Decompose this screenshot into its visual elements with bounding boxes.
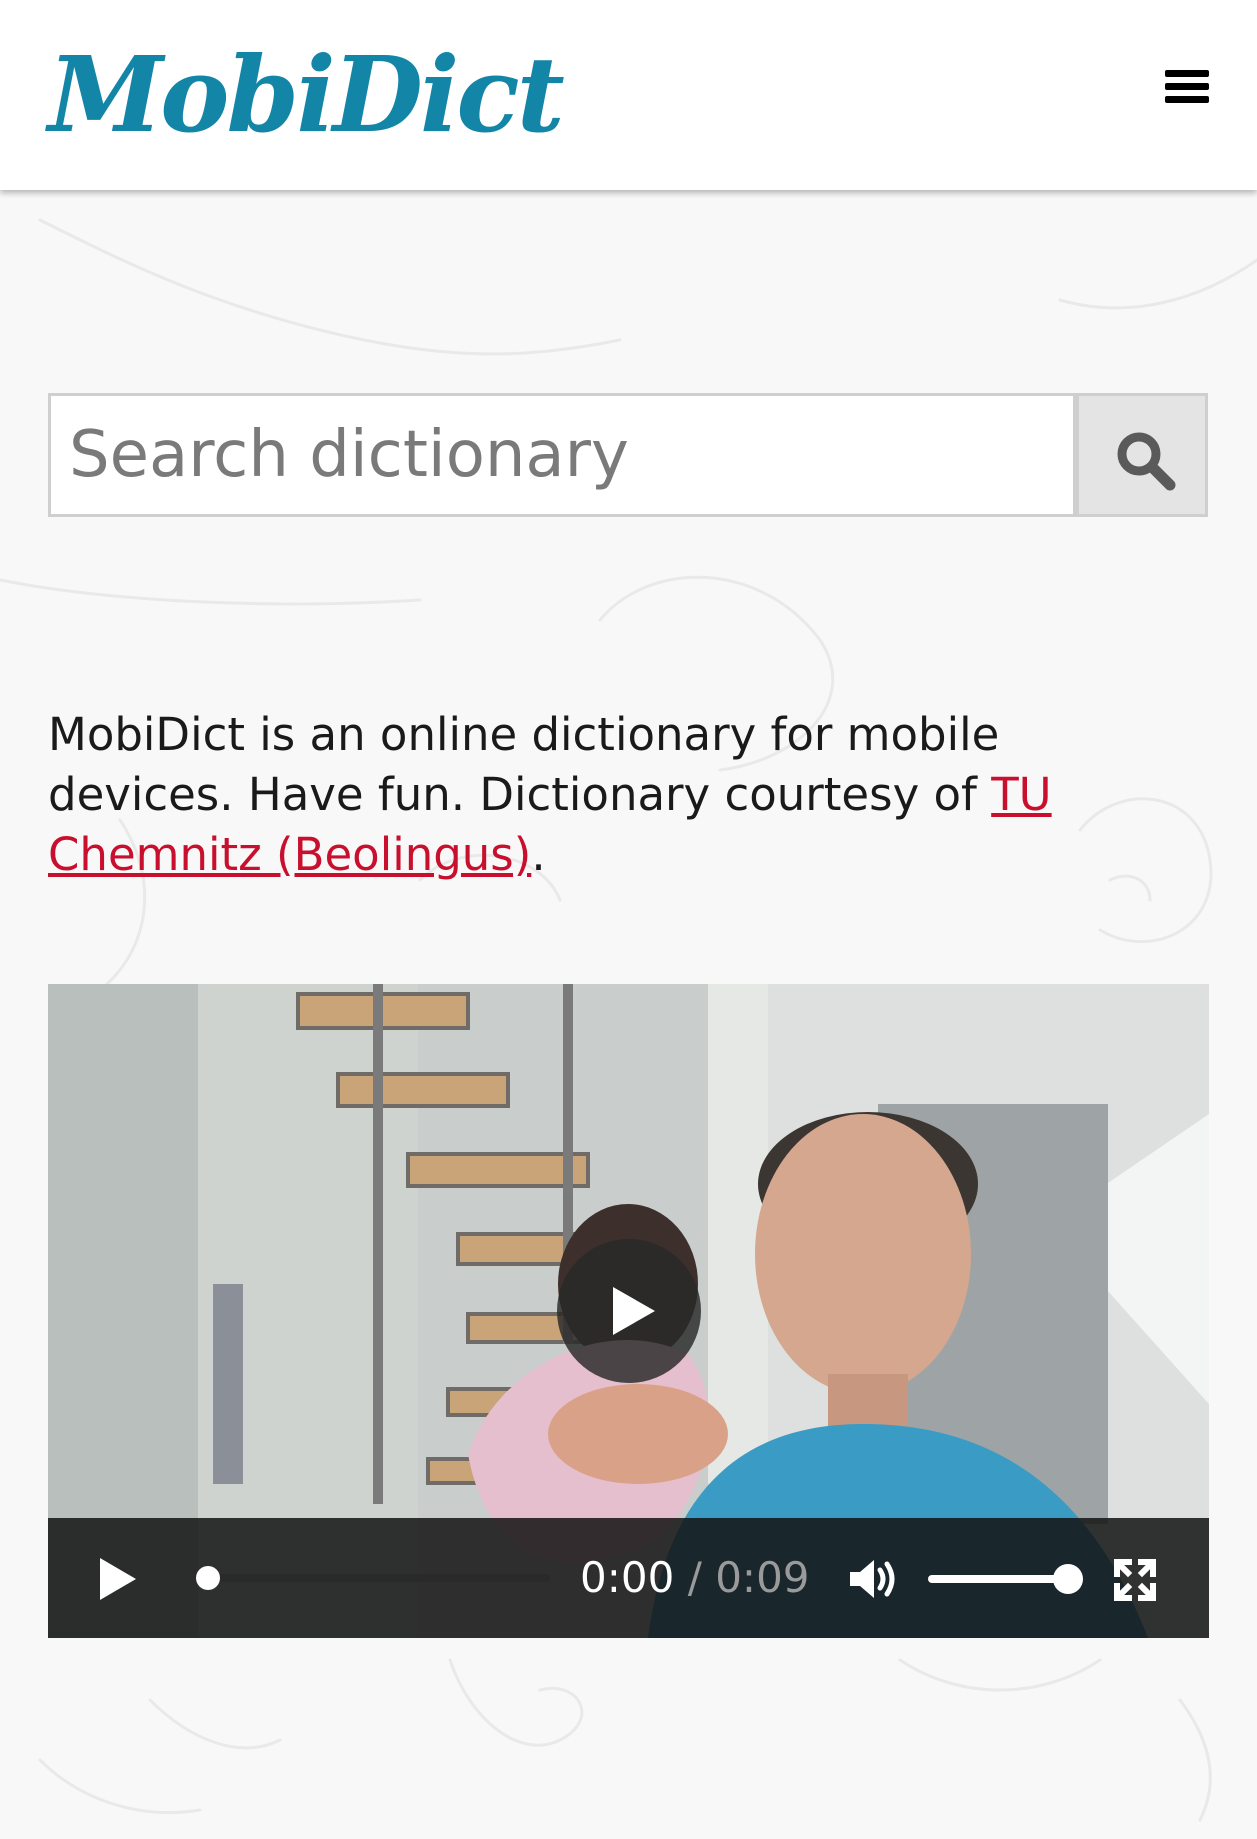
volume-icon [850,1560,895,1598]
search-form [48,393,1208,517]
duration: 0:09 [715,1553,810,1602]
intro-period: . [531,828,546,881]
play-icon [100,1558,136,1600]
big-play-button[interactable] [557,1239,701,1383]
search-input[interactable] [48,393,1076,517]
site-header: MobiDict [0,0,1257,190]
seek-handle[interactable] [196,1566,220,1590]
seek-track [208,1574,550,1582]
play-icon [613,1287,655,1335]
volume-slider[interactable] [928,1564,1083,1594]
hamburger-menu-icon[interactable] [1165,70,1209,108]
volume-handle[interactable] [1053,1564,1083,1594]
play-button[interactable] [96,1556,140,1602]
fullscreen-icon [1114,1559,1156,1601]
time-display: 0:00 / 0:09 [580,1548,810,1608]
mute-button[interactable] [848,1558,898,1600]
fullscreen-button[interactable] [1113,1558,1157,1602]
intro-text: MobiDict is an online dictionary for mob… [48,708,1000,821]
volume-level [928,1575,1068,1583]
time-separator: / [687,1553,702,1602]
search-icon [1117,432,1176,491]
intro-paragraph: MobiDict is an online dictionary for mob… [48,705,1188,885]
seek-bar[interactable] [196,1566,560,1590]
site-logo[interactable]: MobiDict [48,30,565,160]
video-controls: 0:00 / 0:09 [48,1518,1209,1638]
video-player[interactable]: 0:00 / 0:09 [48,984,1209,1638]
current-time: 0:00 [580,1553,675,1602]
search-button[interactable] [1076,393,1208,517]
